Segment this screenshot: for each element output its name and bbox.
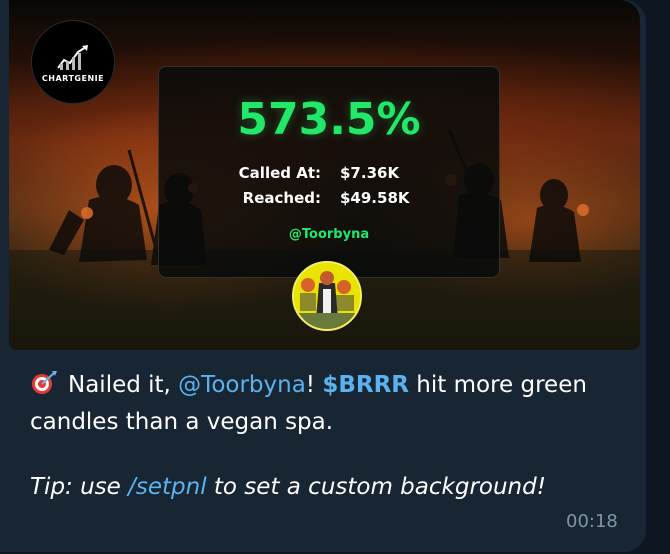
tip-part-1: Tip: use — [30, 474, 129, 500]
tip-text: Tip: use /setpnl to set a custom backgro… — [30, 470, 550, 504]
pnl-percentage: 573.5% — [237, 94, 421, 145]
reached-label: Reached: — [242, 189, 321, 207]
message-part-1: Nailed it, — [68, 372, 179, 398]
called-at-label: Called At: — [238, 164, 321, 182]
tip-part-2: to set a custom background! — [206, 474, 546, 500]
pnl-card-image[interactable]: CHARTGENIE 573.5% Called At: $7.36K Reac… — [9, 0, 640, 350]
message-part-2: ! — [305, 372, 323, 398]
message-timestamp: 00:18 — [566, 511, 618, 532]
called-at-value: $7.36K — [340, 164, 400, 182]
cashtag-link[interactable]: $BRRR — [322, 372, 409, 398]
user-avatar — [292, 261, 362, 331]
chart-lamp-icon — [57, 44, 88, 70]
chartgenie-logo: CHARTGENIE — [31, 20, 115, 104]
message-bubble: CHARTGENIE 573.5% Called At: $7.36K Reac… — [0, 0, 646, 552]
message-text: Nailed it, @Toorbyna! $BRRR hit more gre… — [30, 368, 630, 439]
bullseye-dart-icon — [30, 369, 58, 405]
user-mention-link[interactable]: @Toorbyna — [178, 372, 306, 398]
reached-value: $49.58K — [340, 189, 410, 207]
chat-background-strip — [646, 0, 670, 554]
card-handle: @Toorbyna — [288, 227, 370, 242]
setpnl-command-link[interactable]: /setpnl — [128, 474, 206, 500]
pnl-card: 573.5% Called At: $7.36K Reached: $49.58… — [158, 66, 500, 278]
logo-text: CHARTGENIE — [41, 73, 105, 83]
